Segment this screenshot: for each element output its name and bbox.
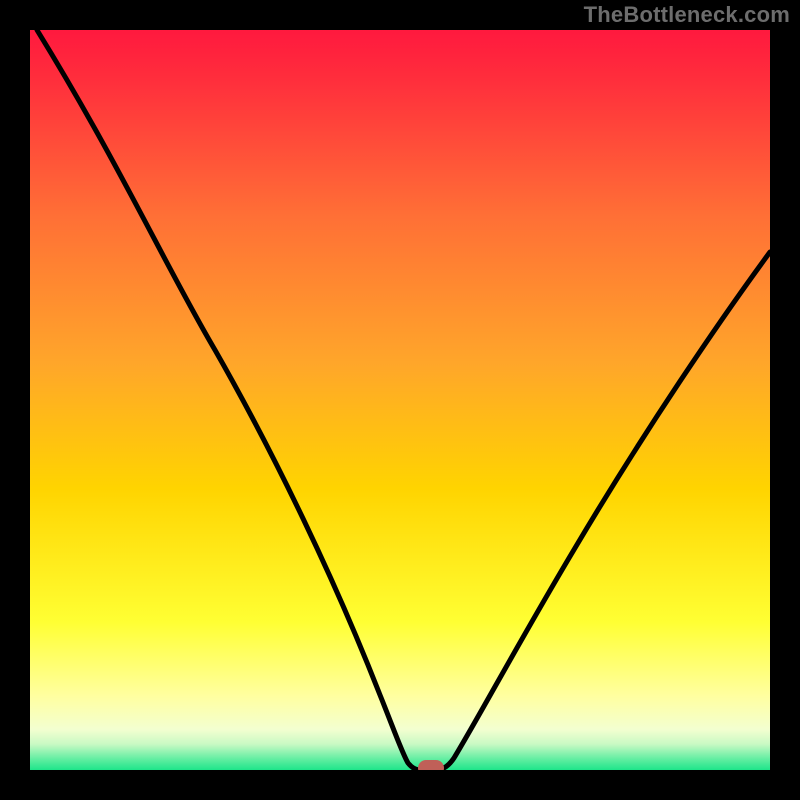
plot-border-left: [0, 0, 30, 800]
bottleneck-chart: [0, 0, 800, 800]
chart-frame: { "attribution": "TheBottleneck.com", "c…: [0, 0, 800, 800]
plot-border-right: [770, 0, 800, 800]
plot-border-bottom: [0, 770, 800, 800]
plot-background: [30, 30, 770, 770]
attribution-label: TheBottleneck.com: [584, 2, 790, 28]
